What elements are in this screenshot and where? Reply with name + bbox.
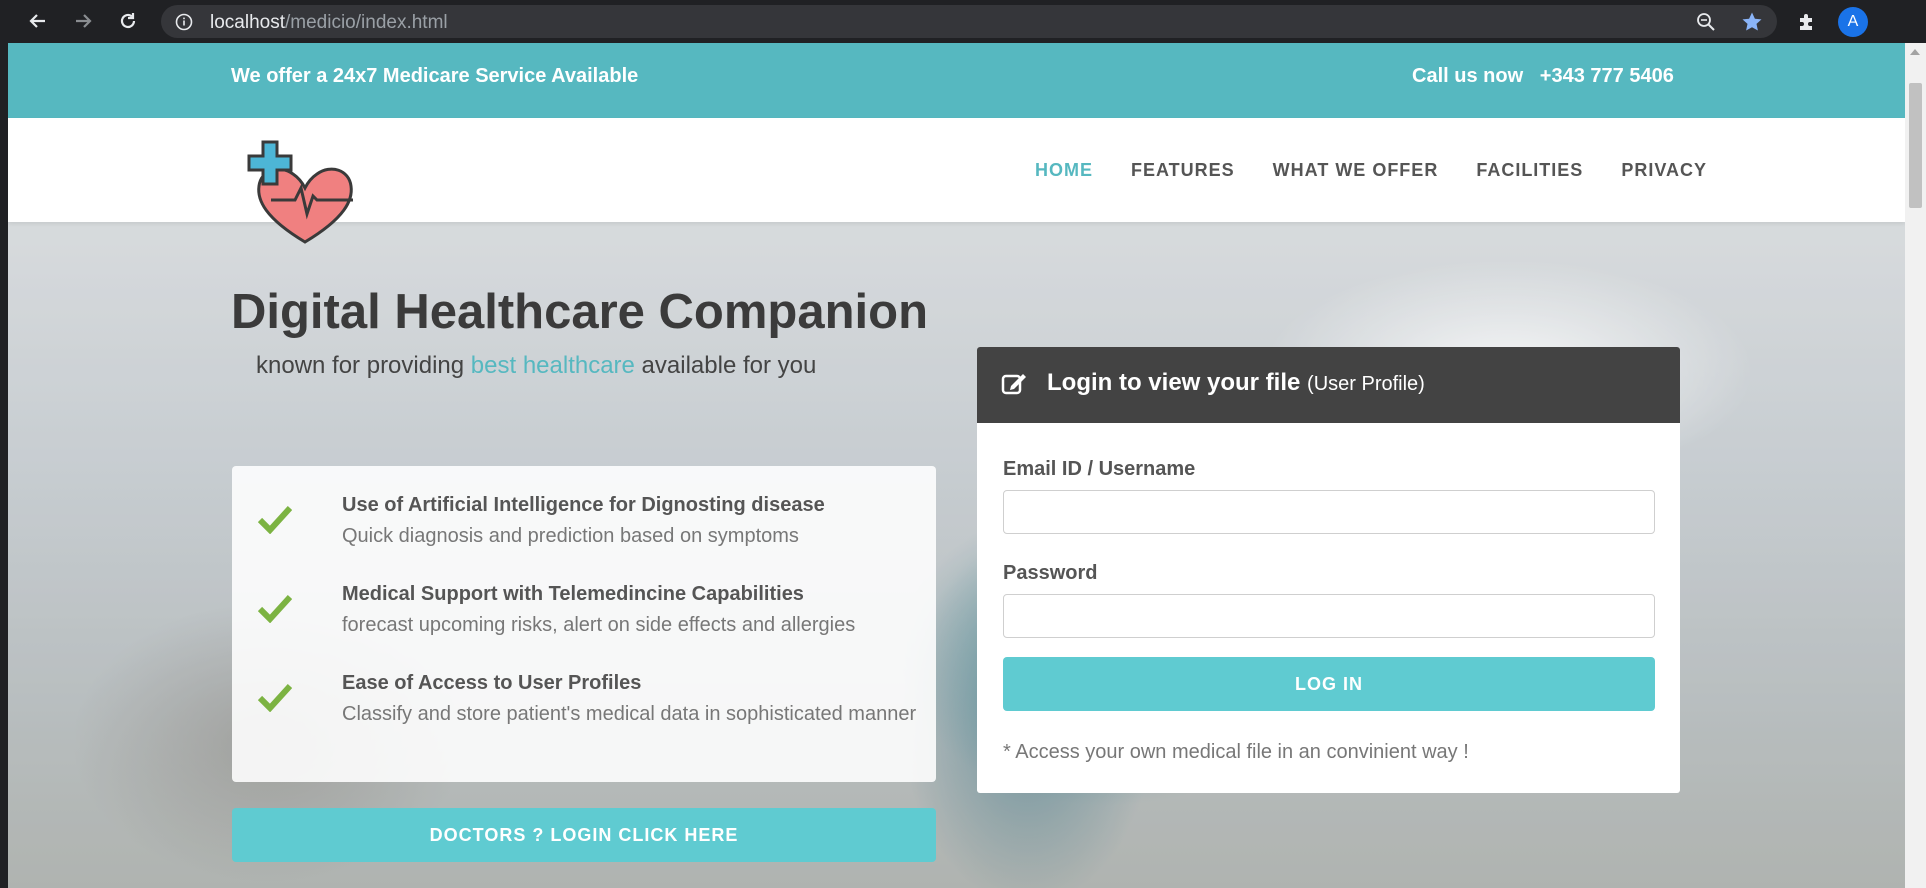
site-header: HOME FEATURES WHAT WE OFFER FACILITIES P…: [8, 118, 1905, 244]
feature-title: Use of Artificial Intelligence for Digno…: [342, 494, 825, 516]
edit-icon: [1001, 374, 1026, 395]
scroll-thumb[interactable]: [1909, 83, 1922, 208]
url-text[interactable]: localhost/medicio/index.html: [210, 12, 448, 34]
puzzle-icon[interactable]: [1794, 9, 1820, 35]
feature-title: Ease of Access to User Profiles: [342, 672, 642, 694]
check-icon: [258, 505, 292, 534]
hero-subtitle: known for providing best healthcare avai…: [256, 352, 817, 379]
feature-title: Medical Support with Telemedincine Capab…: [342, 583, 804, 605]
vertical-scrollbar[interactable]: [1905, 43, 1926, 888]
login-note: * Access your own medical file in an con…: [1003, 741, 1469, 763]
login-panel-header: Login to view your file (User Profile): [977, 347, 1680, 423]
email-field[interactable]: [1003, 490, 1655, 534]
phone-number[interactable]: +343 777 5406: [1540, 65, 1674, 87]
main-nav: HOME FEATURES WHAT WE OFFER FACILITIES P…: [1035, 160, 1745, 181]
nav-facilities[interactable]: FACILITIES: [1476, 160, 1583, 181]
reload-icon[interactable]: [116, 9, 140, 33]
star-icon[interactable]: [1741, 11, 1763, 38]
call-info: Call us now +343 777 5406: [1412, 65, 1674, 88]
feature-desc: Classify and store patient's medical dat…: [342, 703, 917, 725]
nav-privacy[interactable]: PRIVACY: [1621, 160, 1707, 181]
doctors-login-button[interactable]: DOCTORS ? LOGIN CLICK HERE: [232, 808, 936, 862]
zoom-icon[interactable]: [1696, 12, 1716, 37]
login-panel: Login to view your file (User Profile) E…: [977, 347, 1680, 793]
check-icon: [258, 594, 292, 623]
check-icon: [258, 683, 292, 712]
back-arrow-icon[interactable]: [26, 9, 50, 33]
features-card: Use of Artificial Intelligence for Digno…: [232, 466, 936, 782]
scroll-up-icon[interactable]: [1910, 49, 1920, 55]
call-label: Call us now: [1412, 65, 1524, 87]
login-button[interactable]: LOG IN: [1003, 657, 1655, 711]
heart-logo-icon[interactable]: [245, 140, 365, 250]
password-field[interactable]: [1003, 594, 1655, 638]
top-info-bar: We offer a 24x7 Medicare Service Availab…: [8, 43, 1905, 118]
nav-what-we-offer[interactable]: WHAT WE OFFER: [1273, 160, 1439, 181]
hero-section: Digital Healthcare Companion known for p…: [8, 222, 1905, 888]
nav-features[interactable]: FEATURES: [1131, 160, 1235, 181]
password-label: Password: [1003, 562, 1098, 584]
service-text: We offer a 24x7 Medicare Service Availab…: [231, 65, 639, 87]
email-label: Email ID / Username: [1003, 458, 1196, 480]
page-viewport: We offer a 24x7 Medicare Service Availab…: [8, 43, 1905, 888]
feature-desc: Quick diagnosis and prediction based on …: [342, 525, 799, 547]
forward-arrow-icon[interactable]: [71, 9, 95, 33]
hero-title: Digital Healthcare Companion: [231, 285, 929, 339]
info-icon[interactable]: [175, 13, 193, 36]
nav-home[interactable]: HOME: [1035, 160, 1093, 181]
address-bar[interactable]: localhost/medicio/index.html: [161, 5, 1777, 38]
feature-desc: forecast upcoming risks, alert on side e…: [342, 614, 856, 636]
login-title: Login to view your file (User Profile): [1047, 369, 1425, 396]
profile-avatar[interactable]: A: [1838, 7, 1868, 37]
browser-toolbar: localhost/medicio/index.html A: [0, 0, 1926, 43]
